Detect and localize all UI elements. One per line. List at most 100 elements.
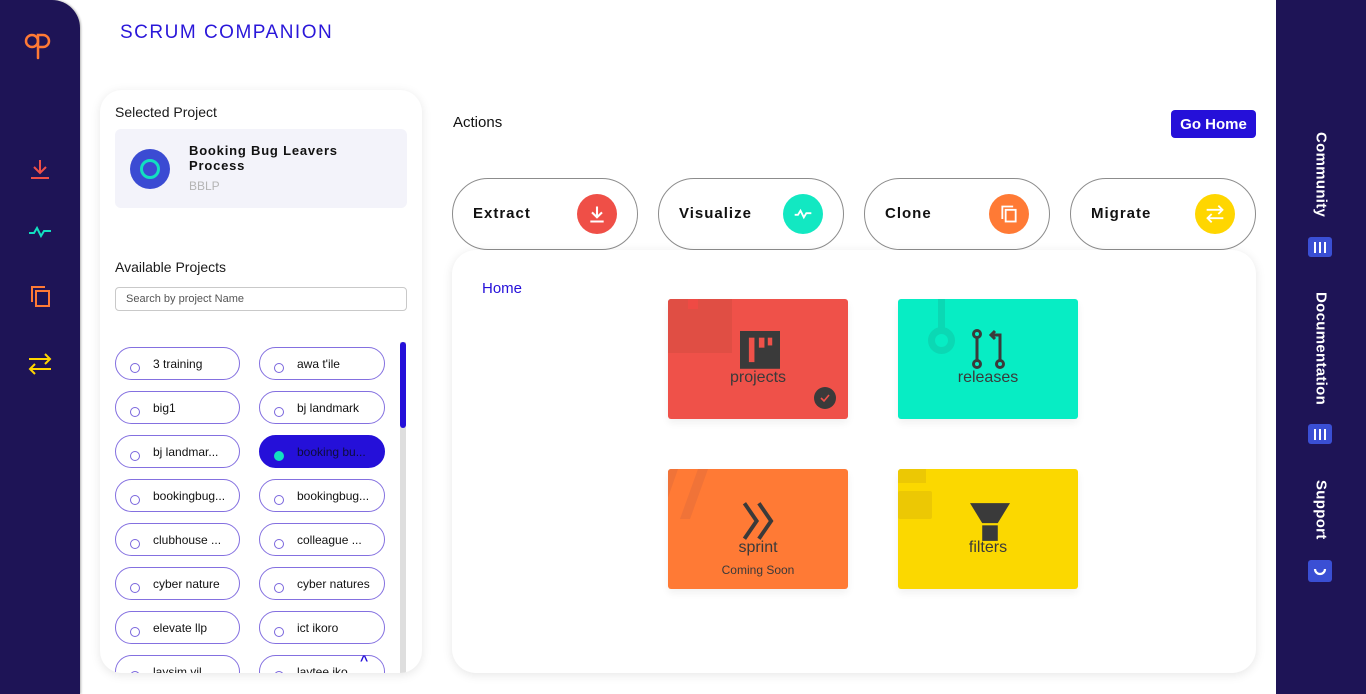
project-chip[interactable]: elevate llp bbox=[115, 611, 240, 644]
project-chip[interactable]: awa t'ile bbox=[259, 347, 385, 380]
pull-request-icon bbox=[972, 329, 1005, 369]
bars-icon[interactable] bbox=[1308, 237, 1332, 257]
extract-button[interactable]: Extract bbox=[452, 178, 638, 250]
project-chip[interactable]: clubhouse ... bbox=[115, 523, 240, 556]
selected-project-key: BBLP bbox=[189, 179, 220, 193]
radio-icon[interactable] bbox=[130, 407, 140, 417]
extract-label: Extract bbox=[473, 205, 531, 222]
tile-filters[interactable]: filters bbox=[898, 469, 1078, 589]
project-chip[interactable]: cyber nature bbox=[115, 567, 240, 600]
tile-projects-label: projects bbox=[729, 369, 787, 386]
radio-icon[interactable] bbox=[274, 539, 284, 549]
project-chip[interactable]: bj landmar... bbox=[115, 435, 240, 468]
radio-icon[interactable] bbox=[130, 671, 140, 673]
project-avatar bbox=[130, 149, 170, 189]
radio-icon[interactable] bbox=[130, 583, 140, 593]
activity-icon[interactable] bbox=[26, 218, 54, 246]
right-help-rail: Community Documentation Support bbox=[1276, 0, 1366, 694]
radio-icon[interactable] bbox=[274, 495, 284, 505]
radio-icon[interactable] bbox=[274, 363, 284, 373]
breadcrumb-home[interactable]: Home bbox=[482, 280, 522, 297]
radio-icon[interactable] bbox=[274, 583, 284, 593]
chat-icon[interactable] bbox=[1308, 560, 1332, 582]
tile-decoration bbox=[898, 469, 926, 483]
project-chip[interactable]: ict ikoro bbox=[259, 611, 385, 644]
tile-releases-label: releases bbox=[957, 369, 1019, 386]
selected-project-name: Booking Bug Leavers Process bbox=[189, 143, 338, 173]
download-icon bbox=[577, 194, 617, 234]
check-icon bbox=[814, 387, 836, 409]
project-chip[interactable]: cyber natures bbox=[259, 567, 385, 600]
project-chip-label: bookingbug... bbox=[153, 489, 226, 503]
clone-label: Clone bbox=[885, 205, 932, 222]
board-icon bbox=[740, 331, 780, 369]
radio-icon[interactable] bbox=[274, 451, 284, 461]
project-chip-label: elevate llp bbox=[153, 621, 208, 635]
documentation-link[interactable]: Documentation bbox=[1313, 292, 1330, 405]
tile-filters-label: filters bbox=[968, 539, 1008, 556]
go-home-button[interactable]: Go Home bbox=[1171, 110, 1256, 138]
funnel-icon bbox=[970, 503, 1010, 541]
tile-decoration bbox=[688, 299, 698, 309]
project-chip-label: clubhouse ... bbox=[153, 533, 222, 547]
project-chip[interactable]: big1 bbox=[115, 391, 240, 424]
copy-icon[interactable] bbox=[26, 282, 54, 310]
selected-project-heading: Selected Project bbox=[115, 104, 217, 120]
tile-decoration bbox=[898, 491, 932, 519]
project-chip[interactable]: booking bu... bbox=[259, 435, 385, 468]
radio-icon[interactable] bbox=[274, 627, 284, 637]
project-chip[interactable]: 3 training bbox=[115, 347, 240, 380]
activity-icon bbox=[783, 194, 823, 234]
radio-icon[interactable] bbox=[130, 451, 140, 461]
project-chip[interactable]: bj landmark bbox=[259, 391, 385, 424]
migrate-label: Migrate bbox=[1091, 205, 1152, 222]
project-chip-label: laysim vil bbox=[153, 665, 202, 673]
project-chip[interactable]: bookingbug... bbox=[115, 479, 240, 512]
tile-releases[interactable]: releases bbox=[898, 299, 1078, 419]
radio-icon[interactable] bbox=[274, 407, 284, 417]
radio-icon[interactable] bbox=[130, 627, 140, 637]
tile-sprint[interactable]: sprint Coming Soon bbox=[668, 469, 848, 589]
selected-project-card: Booking Bug Leavers Process BBLP bbox=[115, 129, 407, 208]
visualize-label: Visualize bbox=[679, 205, 752, 222]
community-link[interactable]: Community bbox=[1313, 132, 1330, 217]
tile-decoration bbox=[668, 299, 732, 353]
scroll-up-icon[interactable]: ^ bbox=[360, 652, 368, 668]
bars-icon[interactable] bbox=[1308, 424, 1332, 444]
app-logo-icon[interactable] bbox=[22, 28, 54, 60]
radio-icon[interactable] bbox=[130, 363, 140, 373]
project-chip[interactable]: laysim vil bbox=[115, 655, 240, 673]
download-icon[interactable] bbox=[26, 155, 54, 183]
project-chip-label: big1 bbox=[153, 401, 176, 415]
available-projects-heading: Available Projects bbox=[115, 259, 227, 275]
project-list-scrollbar[interactable] bbox=[400, 342, 406, 673]
project-chip-label: laytee iko bbox=[297, 665, 348, 673]
clone-button[interactable]: Clone bbox=[864, 178, 1050, 250]
project-chip-label: ict ikoro bbox=[297, 621, 339, 635]
project-list: 3 training awa t'ile big1 bj landmark bj lan… bbox=[115, 347, 395, 673]
project-chip[interactable]: bookingbug... bbox=[259, 479, 385, 512]
support-link[interactable]: Support bbox=[1313, 480, 1330, 540]
project-chip-label: awa t'ile bbox=[297, 357, 340, 371]
radio-icon[interactable] bbox=[130, 495, 140, 505]
swap-icon bbox=[1195, 194, 1235, 234]
copy-icon bbox=[989, 194, 1029, 234]
scrollbar-thumb[interactable] bbox=[400, 342, 406, 428]
visualize-button[interactable]: Visualize bbox=[658, 178, 844, 250]
radio-icon[interactable] bbox=[130, 539, 140, 549]
tile-decoration bbox=[928, 327, 955, 354]
project-chip[interactable]: colleague ... bbox=[259, 523, 385, 556]
swap-icon[interactable] bbox=[26, 350, 54, 378]
double-chevron-icon bbox=[742, 502, 774, 540]
radio-icon[interactable] bbox=[274, 671, 284, 673]
project-chip-label: booking bu... bbox=[297, 445, 366, 459]
home-panel: Home projects releases sprint Coming Soo… bbox=[452, 250, 1256, 673]
left-nav-rail bbox=[0, 0, 80, 694]
actions-heading: Actions bbox=[453, 114, 503, 131]
tile-projects[interactable]: projects bbox=[668, 299, 848, 419]
project-chip-label: cyber nature bbox=[153, 577, 220, 591]
tile-sprint-sublabel: Coming Soon bbox=[721, 563, 795, 577]
project-chip-label: cyber natures bbox=[297, 577, 370, 591]
migrate-button[interactable]: Migrate bbox=[1070, 178, 1256, 250]
project-search-input[interactable] bbox=[115, 287, 407, 311]
